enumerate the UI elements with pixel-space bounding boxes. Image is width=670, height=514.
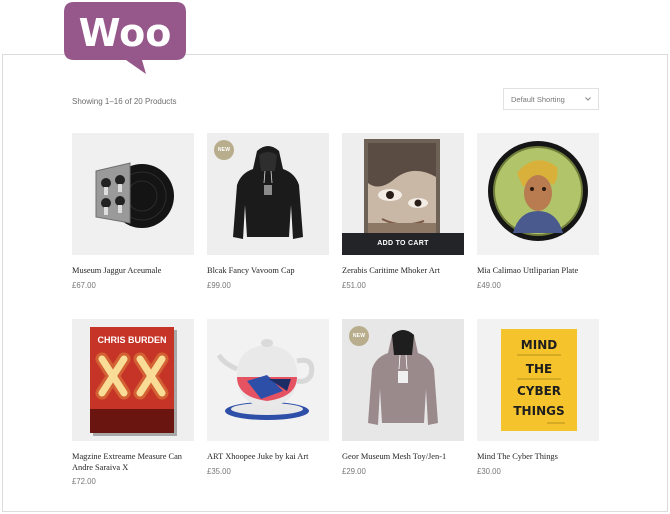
sort-selected-label: Default Shorting (511, 95, 565, 104)
book-cover-line: THINGS (513, 404, 564, 418)
product-image[interactable]: NEW (207, 133, 329, 255)
product-title[interactable]: Mind The Cyber Things (477, 451, 601, 462)
add-to-cart-button[interactable]: ADD TO CART (342, 233, 464, 255)
book-cover-title: CHRIS BURDEN (97, 335, 166, 345)
vinyl-record-image (72, 133, 194, 255)
sort-select[interactable]: Default Shorting (503, 88, 599, 110)
product-price: £49.00 (477, 281, 501, 290)
product-image[interactable]: NEW (342, 319, 464, 441)
product-price: £30.00 (477, 467, 501, 476)
product-title[interactable]: Blcak Fancy Vavoom Cap (207, 265, 331, 276)
product-price: £67.00 (72, 281, 96, 290)
product-title[interactable]: Zerabis Caritime Mhoker Art (342, 265, 466, 276)
chris-burden-book-image: CHRIS BURDEN (72, 319, 194, 441)
product-image[interactable]: CHRIS BURDEN (72, 319, 194, 441)
product-title[interactable]: ART Xhoopee Juke by kai Art (207, 451, 331, 462)
product-image[interactable]: ADD TO CART (342, 133, 464, 255)
book-cover-line: MIND (521, 338, 557, 352)
chevron-down-icon (585, 97, 591, 101)
product-price: £29.00 (342, 467, 366, 476)
logo-text: Woo (79, 11, 172, 55)
product-price: £99.00 (207, 281, 231, 290)
product-image[interactable] (72, 133, 194, 255)
woo-logo[interactable]: Woo (64, 2, 186, 74)
product-title[interactable]: Mia Calimao Uttliparian Plate (477, 265, 601, 276)
new-badge: NEW (214, 140, 234, 160)
portrait-plate-image (477, 133, 599, 255)
product-image[interactable] (477, 133, 599, 255)
product-title[interactable]: Magzine Extreame Measure Can Andre Sarai… (72, 451, 196, 473)
shop-frame (2, 54, 668, 512)
result-count: Showing 1–16 of 20 Products (72, 97, 177, 106)
product-title[interactable]: Geor Museum Mesh Toy/Jen-1 (342, 451, 466, 462)
book-cover-line: CYBER (517, 384, 561, 398)
new-badge: NEW (349, 326, 369, 346)
product-title[interactable]: Museum Jaggur Aceumale (72, 265, 196, 276)
teapot-image (207, 319, 329, 441)
product-price: £51.00 (342, 281, 366, 290)
product-image[interactable] (207, 319, 329, 441)
product-price: £35.00 (207, 467, 231, 476)
book-cover-line: THE (526, 362, 552, 376)
mind-cyber-book-image: MIND THE CYBER THINGS (477, 319, 599, 441)
product-image[interactable]: MIND THE CYBER THINGS (477, 319, 599, 441)
product-price: £72.00 (72, 477, 96, 486)
